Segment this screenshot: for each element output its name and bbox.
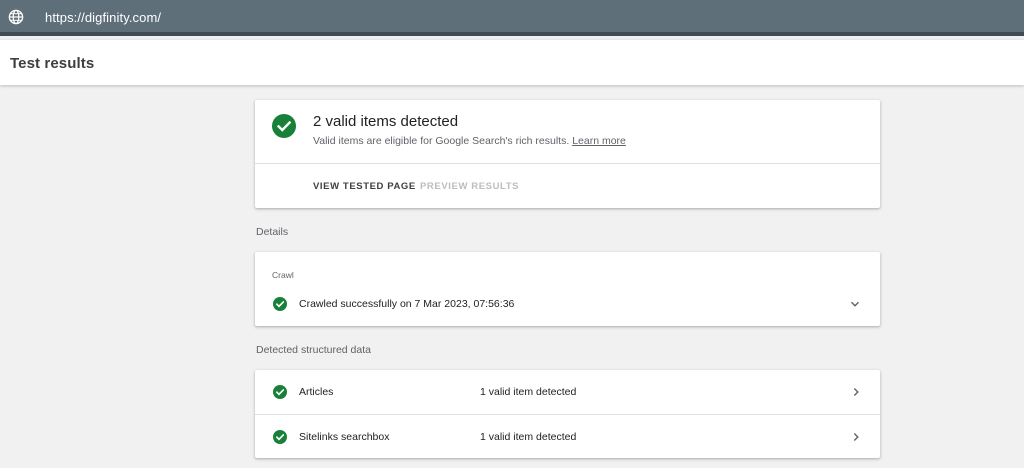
structured-data-name: Articles xyxy=(299,386,334,398)
check-circle-icon xyxy=(272,114,296,138)
summary-description: Valid items are eligible for Google Sear… xyxy=(313,135,626,147)
tested-url: https://digfinity.com/ xyxy=(45,10,162,25)
view-tested-page-button[interactable]: VIEW TESTED PAGE xyxy=(313,181,416,192)
crawl-card[interactable]: Crawl Crawled successfully on 7 Mar 2023… xyxy=(255,252,880,326)
structured-data-row-sitelinks-searchbox[interactable]: Sitelinks searchbox 1 valid item detecte… xyxy=(255,414,880,458)
structured-data-status: 1 valid item detected xyxy=(480,386,577,398)
details-section-label: Details xyxy=(256,226,289,238)
crawl-label: Crawl xyxy=(272,270,294,280)
crawl-status: Crawled successfully on 7 Mar 2023, 07:5… xyxy=(299,298,515,310)
summary-description-text: Valid items are eligible for Google Sear… xyxy=(313,135,570,147)
chevron-right-icon[interactable] xyxy=(851,432,861,442)
structured-data-status: 1 valid item detected xyxy=(480,431,577,443)
preview-results-button: PREVIEW RESULTS xyxy=(420,181,520,192)
chevron-right-icon[interactable] xyxy=(851,387,861,397)
summary-title: 2 valid items detected xyxy=(313,113,459,130)
divider xyxy=(255,163,880,164)
page-header: Test results xyxy=(0,40,1024,85)
check-circle-icon xyxy=(273,297,287,311)
url-bar: https://digfinity.com/ xyxy=(0,0,1024,36)
check-circle-icon xyxy=(273,385,287,399)
summary-card: 2 valid items detected Valid items are e… xyxy=(255,100,880,208)
chevron-down-icon[interactable] xyxy=(850,299,860,309)
learn-more-link[interactable]: Learn more xyxy=(572,135,626,147)
structured-data-name: Sitelinks searchbox xyxy=(299,431,390,443)
check-circle-icon xyxy=(273,430,287,444)
globe-icon xyxy=(8,9,24,25)
structured-data-section-label: Detected structured data xyxy=(256,344,371,356)
structured-data-row-articles[interactable]: Articles 1 valid item detected xyxy=(255,370,880,414)
page-title: Test results xyxy=(10,55,95,72)
structured-data-card: Articles 1 valid item detected Sitelinks… xyxy=(255,370,880,458)
